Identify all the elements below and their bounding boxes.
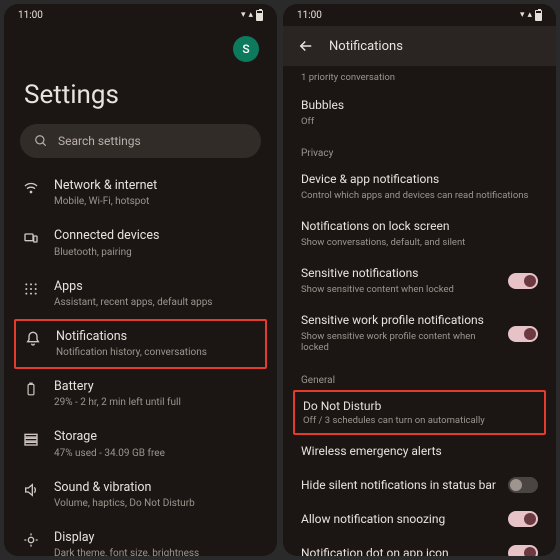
row-label: Device & app notifications — [301, 172, 538, 188]
item-label: Sound & vibration — [54, 480, 259, 496]
signal-icon: ▴ — [527, 10, 532, 20]
row-label: Notifications on lock screen — [301, 219, 538, 235]
search-placeholder: Search settings — [58, 134, 141, 148]
apps-icon — [22, 279, 40, 297]
highlight-dnd: Do Not Disturb Off / 3 schedules can tur… — [293, 390, 546, 435]
devices-icon — [22, 228, 40, 246]
item-sub: Assistant, recent apps, default apps — [54, 297, 259, 309]
battery-icon — [535, 10, 542, 21]
status-icons: ▾ ▴ — [520, 10, 542, 21]
toggle-hide-silent[interactable] — [508, 477, 538, 493]
storage-icon — [22, 429, 40, 447]
row-label: Hide silent notifications in status bar — [301, 478, 498, 494]
top-sub: 1 priority conversation — [301, 72, 395, 83]
row-dot[interactable]: Notification dot on app icon — [283, 536, 556, 556]
toggle-dot[interactable] — [508, 545, 538, 556]
item-label: Connected devices — [54, 228, 259, 244]
notifications-list: 1 priority conversation Bubbles Off Priv… — [283, 66, 556, 556]
row-sub: Show sensitive content when locked — [301, 284, 498, 295]
brightness-icon — [22, 530, 40, 548]
row-label: Sensitive notifications — [301, 266, 498, 282]
app-bar: Notifications — [283, 26, 556, 66]
avatar[interactable]: S — [233, 36, 259, 62]
item-label: Battery — [54, 379, 259, 395]
section-general: General — [283, 363, 556, 390]
item-network[interactable]: Network & internet Mobile, Wi-Fi, hotspo… — [4, 168, 277, 218]
item-apps[interactable]: Apps Assistant, recent apps, default app… — [4, 269, 277, 319]
row-bubbles[interactable]: Bubbles Off — [283, 89, 556, 136]
item-storage[interactable]: Storage 47% used - 34.09 GB free — [4, 419, 277, 469]
item-label: Network & internet — [54, 178, 259, 194]
settings-list: Network & internet Mobile, Wi-Fi, hotspo… — [4, 168, 277, 556]
row-sub: Off / 3 schedules can turn on automatica… — [303, 415, 536, 426]
row-device-app-notifications[interactable]: Device & app notifications Control which… — [283, 163, 556, 210]
battery-icon — [256, 10, 263, 21]
item-display[interactable]: Display Dark theme, font size, brightnes… — [4, 520, 277, 556]
item-label: Notifications — [56, 329, 257, 345]
wifi-icon — [22, 178, 40, 196]
item-sound[interactable]: Sound & vibration Volume, haptics, Do No… — [4, 470, 277, 520]
item-sub: Bluetooth, pairing — [54, 247, 259, 259]
item-battery[interactable]: Battery 29% - 2 hr, 2 min left until ful… — [4, 369, 277, 419]
notifications-screen: 11:00 ▾ ▴ Notifications 1 priority conve… — [283, 4, 556, 556]
app-bar-title: Notifications — [329, 39, 403, 54]
toggle-snoozing[interactable] — [508, 511, 538, 527]
item-label: Apps — [54, 279, 259, 295]
row-label: Allow notification snoozing — [301, 512, 498, 528]
highlight-notifications: Notifications Notification history, conv… — [14, 319, 267, 369]
row-label: Sensitive work profile notifications — [301, 313, 498, 329]
row-label: Wireless emergency alerts — [301, 444, 538, 460]
row-snoozing[interactable]: Allow notification snoozing — [283, 502, 556, 536]
row-sub: Control which apps and devices can read … — [301, 190, 538, 201]
wifi-icon: ▾ — [520, 10, 525, 20]
row-label: Bubbles — [301, 98, 538, 114]
search-icon — [34, 134, 48, 148]
row-dnd[interactable]: Do Not Disturb Off / 3 schedules can tur… — [303, 399, 536, 426]
item-sub: 47% used - 34.09 GB free — [54, 448, 259, 460]
section-privacy: Privacy — [283, 136, 556, 163]
back-icon[interactable] — [297, 37, 315, 55]
item-sub: Notification history, conversations — [56, 347, 257, 359]
search-input[interactable]: Search settings — [20, 124, 261, 158]
volume-icon — [22, 480, 40, 498]
item-label: Storage — [54, 429, 259, 445]
page-title: Settings — [4, 66, 277, 124]
row-sub: Show conversations, default, and silent — [301, 237, 538, 248]
row-sensitive-notifications[interactable]: Sensitive notifications Show sensitive c… — [283, 257, 556, 304]
row-label: Notification dot on app icon — [301, 546, 498, 557]
item-notifications[interactable]: Notifications Notification history, conv… — [24, 329, 257, 359]
row-sub: Show sensitive work profile content when… — [301, 331, 498, 354]
item-sub: Mobile, Wi-Fi, hotspot — [54, 196, 259, 208]
row-emergency-alerts[interactable]: Wireless emergency alerts — [283, 435, 556, 469]
toggle-sensitive-work[interactable] — [508, 326, 538, 342]
status-bar: 11:00 ▾ ▴ — [283, 4, 556, 26]
item-sub: Volume, haptics, Do Not Disturb — [54, 498, 259, 510]
item-sub: Dark theme, font size, brightness — [54, 548, 259, 556]
item-label: Display — [54, 530, 259, 546]
row-label: Do Not Disturb — [303, 399, 536, 413]
item-sub: 29% - 2 hr, 2 min left until full — [54, 397, 259, 409]
clock: 11:00 — [297, 10, 322, 21]
row-sensitive-work[interactable]: Sensitive work profile notifications Sho… — [283, 304, 556, 362]
item-connected-devices[interactable]: Connected devices Bluetooth, pairing — [4, 218, 277, 268]
signal-icon: ▴ — [248, 10, 253, 20]
status-icons: ▾ ▴ — [241, 10, 263, 21]
settings-screen: 11:00 ▾ ▴ S Settings Search settings Net… — [4, 4, 277, 556]
row-lock-screen[interactable]: Notifications on lock screen Show conver… — [283, 210, 556, 257]
wifi-icon: ▾ — [241, 10, 246, 20]
bell-icon — [24, 329, 42, 347]
status-bar: 11:00 ▾ ▴ — [4, 4, 277, 26]
battery-icon — [22, 379, 40, 397]
clock: 11:00 — [18, 10, 43, 21]
row-sub: Off — [301, 116, 538, 127]
row-hide-silent[interactable]: Hide silent notifications in status bar — [283, 468, 556, 502]
toggle-sensitive[interactable] — [508, 273, 538, 289]
